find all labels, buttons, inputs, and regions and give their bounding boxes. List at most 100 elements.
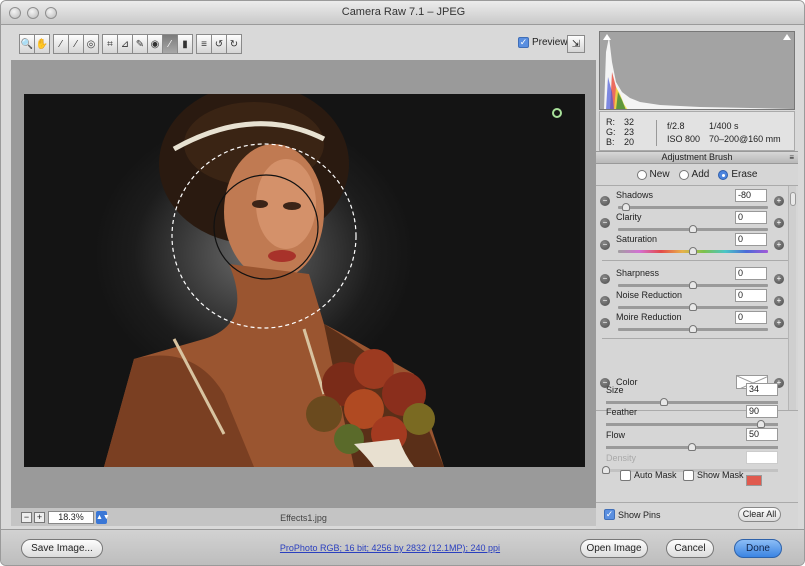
minus-icon[interactable]: − xyxy=(600,296,610,306)
feather-track[interactable] xyxy=(606,423,778,426)
plus-icon[interactable]: + xyxy=(774,296,784,306)
adjustment-brush-tool-button[interactable]: ⁄ xyxy=(162,34,178,54)
minus-icon[interactable]: − xyxy=(600,196,610,206)
show-pins-toggle[interactable]: ✓ Show Pins xyxy=(604,509,661,520)
pins-row: ✓ Show Pins Clear All xyxy=(596,502,798,524)
saturation-value-field[interactable]: 0 xyxy=(735,233,767,246)
show-mask-checkbox[interactable] xyxy=(683,469,694,481)
red-eye-tool-button[interactable]: ◉ xyxy=(147,34,163,54)
noise-reduction-slider-row: − Noise Reduction 0 + xyxy=(596,289,788,311)
auto-mask-checkbox[interactable] xyxy=(620,469,631,481)
moire-reduction-slider-row: − Moire Reduction 0 + xyxy=(596,311,788,333)
panel-header: Adjustment Brush ≡ xyxy=(596,151,798,164)
panel-menu-icon[interactable]: ≡ xyxy=(789,152,794,163)
shadow-clipping-icon[interactable] xyxy=(603,34,611,40)
moire-reduction-thumb[interactable] xyxy=(689,325,697,333)
preferences-button[interactable]: ≡ xyxy=(196,34,212,54)
mask-color-swatch[interactable] xyxy=(746,475,762,486)
sharpness-slider-row: − Sharpness 0 + xyxy=(596,267,788,289)
show-mask-toggle[interactable]: Show Mask xyxy=(683,469,744,481)
size-value-field[interactable]: 34 xyxy=(746,383,778,396)
minus-icon[interactable]: − xyxy=(600,218,610,228)
iso-value: ISO 800 xyxy=(667,134,701,144)
zoom-tool-button[interactable]: 🔍 xyxy=(19,34,35,54)
mode-add-radio[interactable]: Add xyxy=(678,169,709,180)
preview-checkbox[interactable]: ✓ xyxy=(518,37,529,48)
file-name: Effects1.jpg xyxy=(280,513,327,523)
flow-value-field[interactable]: 50 xyxy=(746,428,778,441)
clarity-value-field[interactable]: 0 xyxy=(735,211,767,224)
saturation-thumb[interactable] xyxy=(689,247,697,255)
minus-icon[interactable]: − xyxy=(600,318,610,328)
preview-toggle[interactable]: ✓ Preview xyxy=(518,37,568,48)
sharpness-thumb[interactable] xyxy=(689,281,697,289)
r-value: 32 xyxy=(623,117,634,127)
show-mask-label: Show Mask xyxy=(697,470,744,480)
camera-raw-window: Camera Raw 7.1 – JPEG 🔍 ✋ ⁄ ⁄ ◎ ⌗ ⊿ ✎ ◉ ⁄ ▮ ≡ ↺ ↻ ✓ P… xyxy=(0,0,805,566)
noise-reduction-thumb[interactable] xyxy=(689,303,697,311)
slider-label: Saturation xyxy=(616,234,658,244)
adjustment-brush-panel: New Add Erase − Shadows -80 + − Clarity 0 + − Satur… xyxy=(596,164,798,529)
rotate-cw-button[interactable]: ↻ xyxy=(226,34,242,54)
mode-erase-radio[interactable]: Erase xyxy=(718,169,757,180)
open-image-button[interactable]: Open Image xyxy=(580,539,648,558)
flow-thumb[interactable] xyxy=(688,443,696,451)
show-pins-checkbox[interactable]: ✓ xyxy=(604,509,615,520)
fullscreen-button[interactable]: ⇲ xyxy=(567,35,585,53)
straighten-tool-button[interactable]: ⊿ xyxy=(117,34,133,54)
radio-dot-icon xyxy=(718,169,729,180)
crop-tool-button[interactable]: ⌗ xyxy=(102,34,118,54)
info-readout: R: 32 G: 23 B: 20 f/2.8 1/400 s ISO 800 70–20… xyxy=(599,111,795,151)
clear-all-button[interactable]: Clear All xyxy=(738,507,781,522)
panel-title: Adjustment Brush xyxy=(661,152,733,162)
color-sampler-tool-button[interactable]: ⁄ xyxy=(68,34,84,54)
save-image-button[interactable]: Save Image... xyxy=(21,539,103,558)
targeted-adjustment-tool-button[interactable]: ◎ xyxy=(83,34,99,54)
highlight-clipping-icon[interactable] xyxy=(783,34,791,40)
plus-icon[interactable]: + xyxy=(774,196,784,206)
feather-label: Feather xyxy=(606,407,638,417)
mode-new-radio[interactable]: New xyxy=(636,169,670,180)
feather-thumb[interactable] xyxy=(756,420,765,428)
shadows-value-field[interactable]: -80 xyxy=(735,189,767,202)
panel-scrollbar[interactable] xyxy=(788,186,796,410)
clarity-thumb[interactable] xyxy=(689,225,697,233)
preview-label: Preview xyxy=(532,37,568,48)
auto-mask-toggle[interactable]: Auto Mask xyxy=(620,469,677,481)
workflow-options-link[interactable]: ProPhoto RGB; 16 bit; 4256 by 2832 (12.1… xyxy=(229,543,551,553)
b-label: B: xyxy=(606,137,615,147)
adjustments-scroll-area[interactable]: − Shadows -80 + − Clarity 0 + − Saturation 0 + − Shar… xyxy=(596,185,798,411)
plus-icon[interactable]: + xyxy=(774,274,784,284)
plus-icon[interactable]: + xyxy=(774,218,784,228)
cancel-button[interactable]: Cancel xyxy=(666,539,714,558)
moire-reduction-value-field[interactable]: 0 xyxy=(735,311,767,324)
shadows-track[interactable] xyxy=(618,206,768,209)
plus-icon[interactable]: + xyxy=(774,240,784,250)
graduated-filter-tool-button[interactable]: ▮ xyxy=(177,34,193,54)
g-value: 23 xyxy=(623,127,634,137)
noise-reduction-value-field[interactable]: 0 xyxy=(735,289,767,302)
zoom-bar: − + 18.3% ▲▼ Effects1.jpg xyxy=(11,507,596,526)
density-value-field xyxy=(746,451,778,464)
r-label: R: xyxy=(606,117,615,127)
fullscreen-icon: ⇲ xyxy=(571,38,581,50)
divider xyxy=(602,260,790,261)
size-track[interactable] xyxy=(606,401,778,404)
adjustment-pin[interactable] xyxy=(552,108,562,118)
rotate-ccw-button[interactable]: ↺ xyxy=(211,34,227,54)
scrollbar-thumb[interactable] xyxy=(790,192,796,206)
feather-value-field[interactable]: 90 xyxy=(746,405,778,418)
plus-icon[interactable]: + xyxy=(774,318,784,328)
minus-icon[interactable]: − xyxy=(600,240,610,250)
sharpness-value-field[interactable]: 0 xyxy=(735,267,767,280)
title-bar: Camera Raw 7.1 – JPEG xyxy=(1,1,804,25)
photo-preview[interactable] xyxy=(24,94,585,467)
mode-label: New xyxy=(649,169,670,180)
spot-removal-tool-button[interactable]: ✎ xyxy=(132,34,148,54)
done-button[interactable]: Done xyxy=(734,539,782,558)
hand-tool-button[interactable]: ✋ xyxy=(34,34,50,54)
shadows-thumb[interactable] xyxy=(621,203,630,211)
minus-icon[interactable]: − xyxy=(600,274,610,284)
white-balance-tool-button[interactable]: ⁄ xyxy=(53,34,69,54)
divider xyxy=(602,338,790,339)
